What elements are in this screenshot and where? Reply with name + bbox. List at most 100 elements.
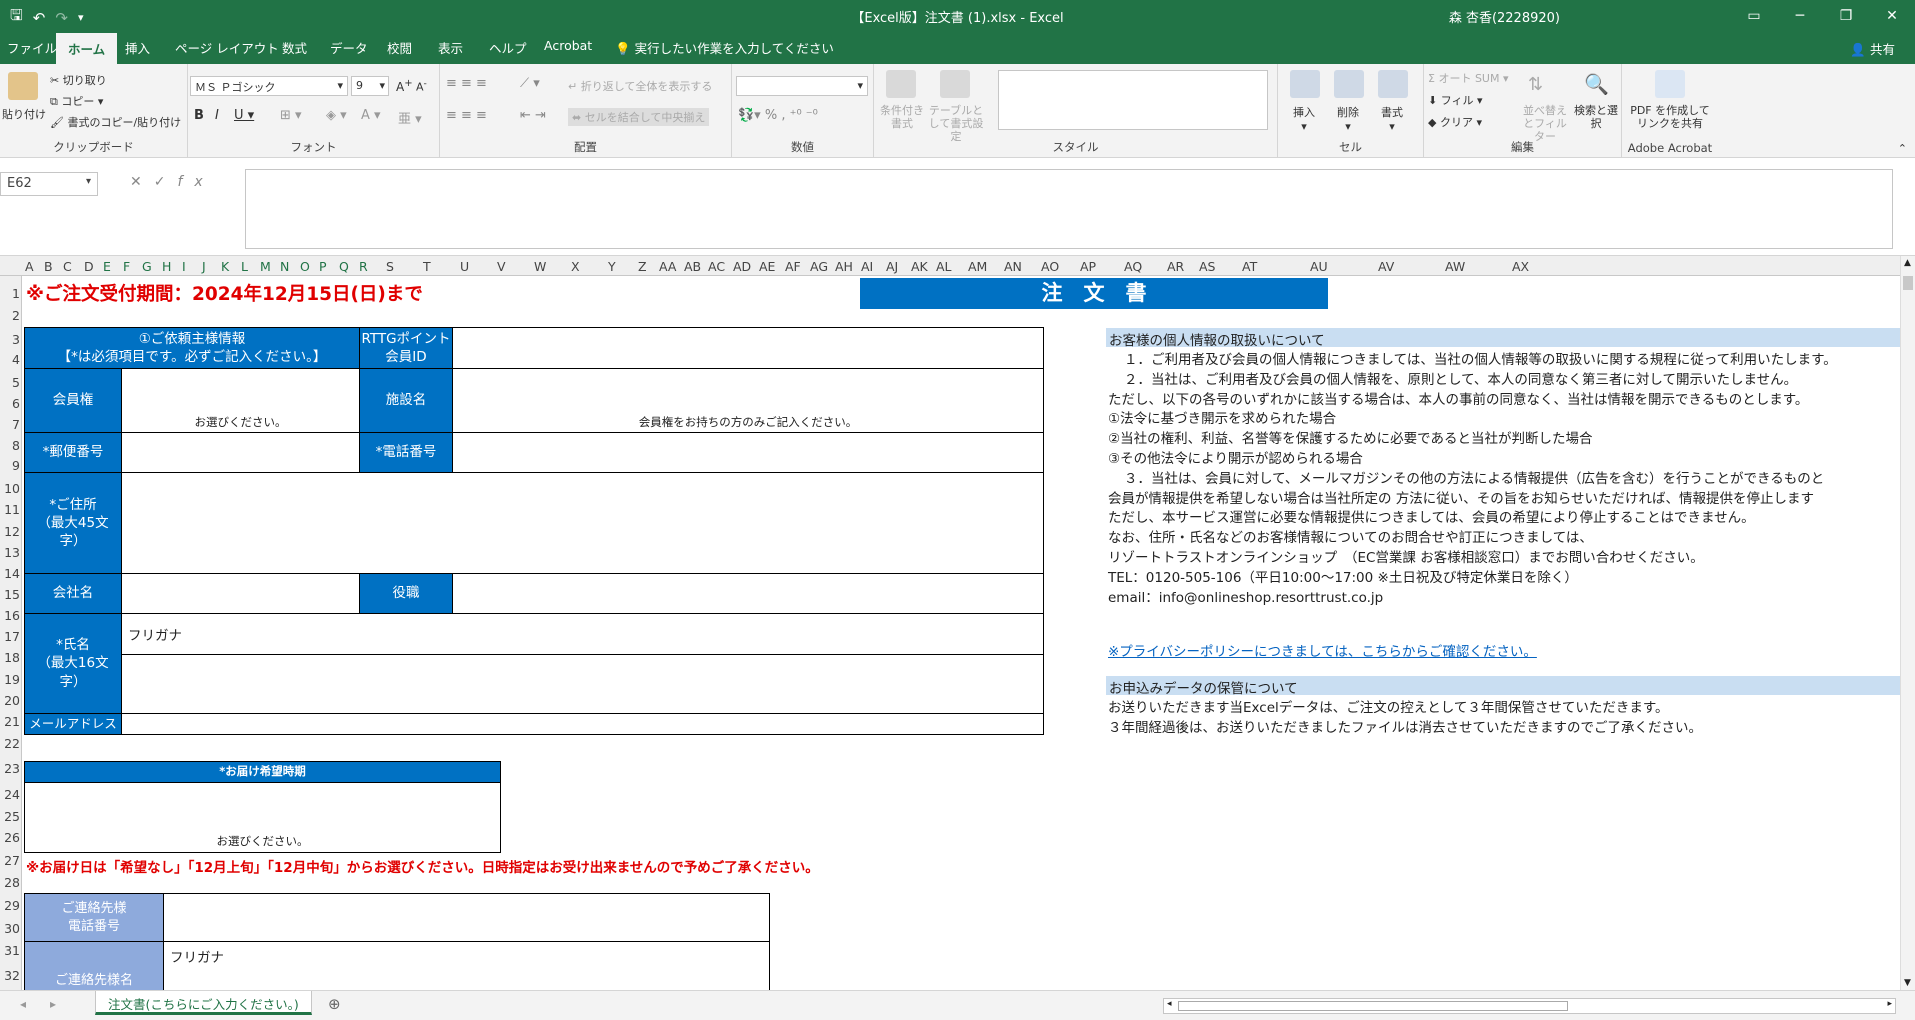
font-color-icon[interactable]: A ▾ [361, 108, 381, 123]
row-header[interactable]: 4 [0, 352, 20, 367]
column-header[interactable]: AT [1242, 259, 1257, 274]
column-header[interactable]: AV [1378, 259, 1394, 274]
row-header[interactable]: 7 [0, 417, 20, 432]
column-header[interactable]: AG [810, 259, 828, 274]
membership-select[interactable]: お選びください。 [121, 368, 360, 433]
row-header[interactable]: 11 [0, 502, 20, 517]
cut-button[interactable]: ✂ 切り取り [50, 72, 107, 88]
fill-color-icon[interactable]: ◈ ▾ [326, 108, 347, 123]
column-header[interactable]: U [460, 259, 469, 274]
column-header[interactable]: AQ [1124, 259, 1142, 274]
row-header[interactable]: 26 [0, 830, 20, 845]
restore-button[interactable]: ❐ [1823, 0, 1869, 31]
bold-icon[interactable]: B [194, 108, 204, 123]
insert-cells-button[interactable]: 挿入 ▾ [1282, 104, 1326, 133]
font-size-combo[interactable]: 9 ▾ [351, 76, 389, 96]
horizontal-scrollbar[interactable]: ◂ ▸ [1163, 998, 1896, 1014]
autosum-button[interactable]: Σ オート SUM ▾ [1428, 70, 1509, 86]
row-header[interactable]: 28 [0, 875, 20, 890]
column-header[interactable]: AS [1199, 259, 1216, 274]
column-header[interactable]: G [142, 259, 152, 274]
underline-icon[interactable]: U ▾ [234, 108, 254, 123]
email-input[interactable] [121, 713, 1044, 735]
column-header[interactable]: Q [339, 259, 349, 274]
row-header[interactable]: 21 [0, 714, 20, 729]
column-header[interactable]: S [386, 259, 394, 274]
next-sheet-icon[interactable]: ▸ [50, 997, 56, 1011]
tab-help[interactable]: ヘルプ [489, 38, 527, 57]
column-header[interactable]: AD [733, 259, 751, 274]
phone-input[interactable] [452, 432, 1044, 473]
column-header[interactable]: L [241, 259, 248, 274]
delivery-select[interactable]: お選びください。 [24, 782, 501, 853]
row-header[interactable]: 20 [0, 693, 20, 708]
tab-acrobat[interactable]: Acrobat [544, 38, 592, 53]
sort-filter-button[interactable]: 並べ替えとフィルター [1520, 104, 1570, 144]
prev-sheet-icon[interactable]: ◂ [20, 997, 26, 1011]
tab-view[interactable]: 表示 [438, 38, 463, 57]
cell-styles-gallery[interactable] [998, 70, 1268, 130]
phonetic-icon[interactable]: 亜 ▾ [398, 108, 422, 127]
clear-button[interactable]: ◆ クリア ▾ [1428, 114, 1482, 130]
column-header[interactable]: O [300, 259, 310, 274]
scroll-up-icon[interactable]: ▲ [1904, 258, 1911, 268]
column-header[interactable]: P [319, 259, 327, 274]
column-header[interactable]: AW [1445, 259, 1465, 274]
top-align-icon[interactable]: ≡ ≡ ≡ [446, 76, 487, 91]
tab-page-layout[interactable]: ページ レイアウト [175, 38, 279, 57]
name-box[interactable]: E62 ▾ [0, 172, 98, 196]
privacy-policy-link[interactable]: ※プライバシーポリシーにつきましては、こちらからご確認ください。 [1108, 640, 1537, 660]
copy-button[interactable]: ⧉ コピー ▾ [50, 93, 103, 109]
tab-data[interactable]: データ [330, 38, 368, 57]
contact-phone-input[interactable] [163, 893, 770, 942]
tab-formulas[interactable]: 数式 [282, 38, 307, 57]
italic-icon[interactable]: I [215, 108, 219, 123]
address-input[interactable] [121, 472, 1044, 574]
share-button[interactable]: 👤 共有 [1850, 39, 1895, 58]
column-header[interactable]: AB [684, 259, 701, 274]
column-header[interactable]: V [497, 259, 506, 274]
facility-input[interactable]: 会員権をお持ちの方のみご記入ください。 [452, 368, 1044, 433]
column-header[interactable]: N [280, 259, 289, 274]
find-icon[interactable]: 🔍 [1584, 72, 1609, 96]
column-header[interactable]: I [182, 259, 186, 274]
format-cells-icon[interactable] [1378, 70, 1408, 98]
row-header[interactable]: 5 [0, 375, 20, 390]
column-header[interactable]: AN [1004, 259, 1022, 274]
paste-icon[interactable] [8, 72, 38, 100]
column-header[interactable]: X [571, 259, 580, 274]
format-as-table-icon[interactable] [940, 70, 970, 98]
column-header[interactable]: M [260, 259, 271, 274]
column-header[interactable]: AL [936, 259, 952, 274]
row-header[interactable]: 13 [0, 545, 20, 560]
delete-cells-button[interactable]: 削除 ▾ [1326, 104, 1370, 133]
tell-me-search[interactable]: 💡 実行したい作業を入力してください [615, 38, 834, 57]
row-header[interactable]: 16 [0, 608, 20, 623]
column-header[interactable]: R [359, 259, 368, 274]
row-header[interactable]: 29 [0, 898, 20, 913]
ribbon-display-icon[interactable]: ▭ [1731, 0, 1777, 31]
column-header[interactable]: AA [659, 259, 676, 274]
row-header[interactable]: 14 [0, 566, 20, 581]
left-align-icon[interactable]: ≡ ≡ ≡ [446, 108, 487, 123]
tab-file[interactable]: ファイル [7, 38, 57, 57]
column-header[interactable]: F [123, 259, 130, 274]
hscroll-thumb[interactable] [1178, 1001, 1568, 1011]
column-header[interactable]: AE [759, 259, 775, 274]
company-input[interactable] [121, 573, 360, 614]
format-painter-button[interactable]: 🖌 書式のコピー/貼り付け [50, 114, 181, 130]
font-name-combo[interactable]: ＭＳ Ｐゴシック ▾ [190, 76, 348, 96]
row-header[interactable]: 18 [0, 650, 20, 665]
row-header[interactable]: 23 [0, 761, 20, 776]
column-header[interactable]: AH [835, 259, 853, 274]
furigana-input[interactable]: フリガナ [121, 613, 1044, 655]
user-name[interactable]: 森 杏香(2228920) [1449, 7, 1560, 26]
name-input[interactable] [121, 654, 1044, 714]
column-header[interactable]: Z [638, 259, 647, 274]
insert-cells-icon[interactable] [1290, 70, 1320, 98]
row-header[interactable]: 32 [0, 968, 20, 983]
shrink-font-icon[interactable]: A- [416, 78, 427, 94]
scroll-right-icon[interactable]: ▸ [1887, 999, 1892, 1009]
column-header[interactable]: AX [1512, 259, 1529, 274]
column-header[interactable]: AC [708, 259, 725, 274]
